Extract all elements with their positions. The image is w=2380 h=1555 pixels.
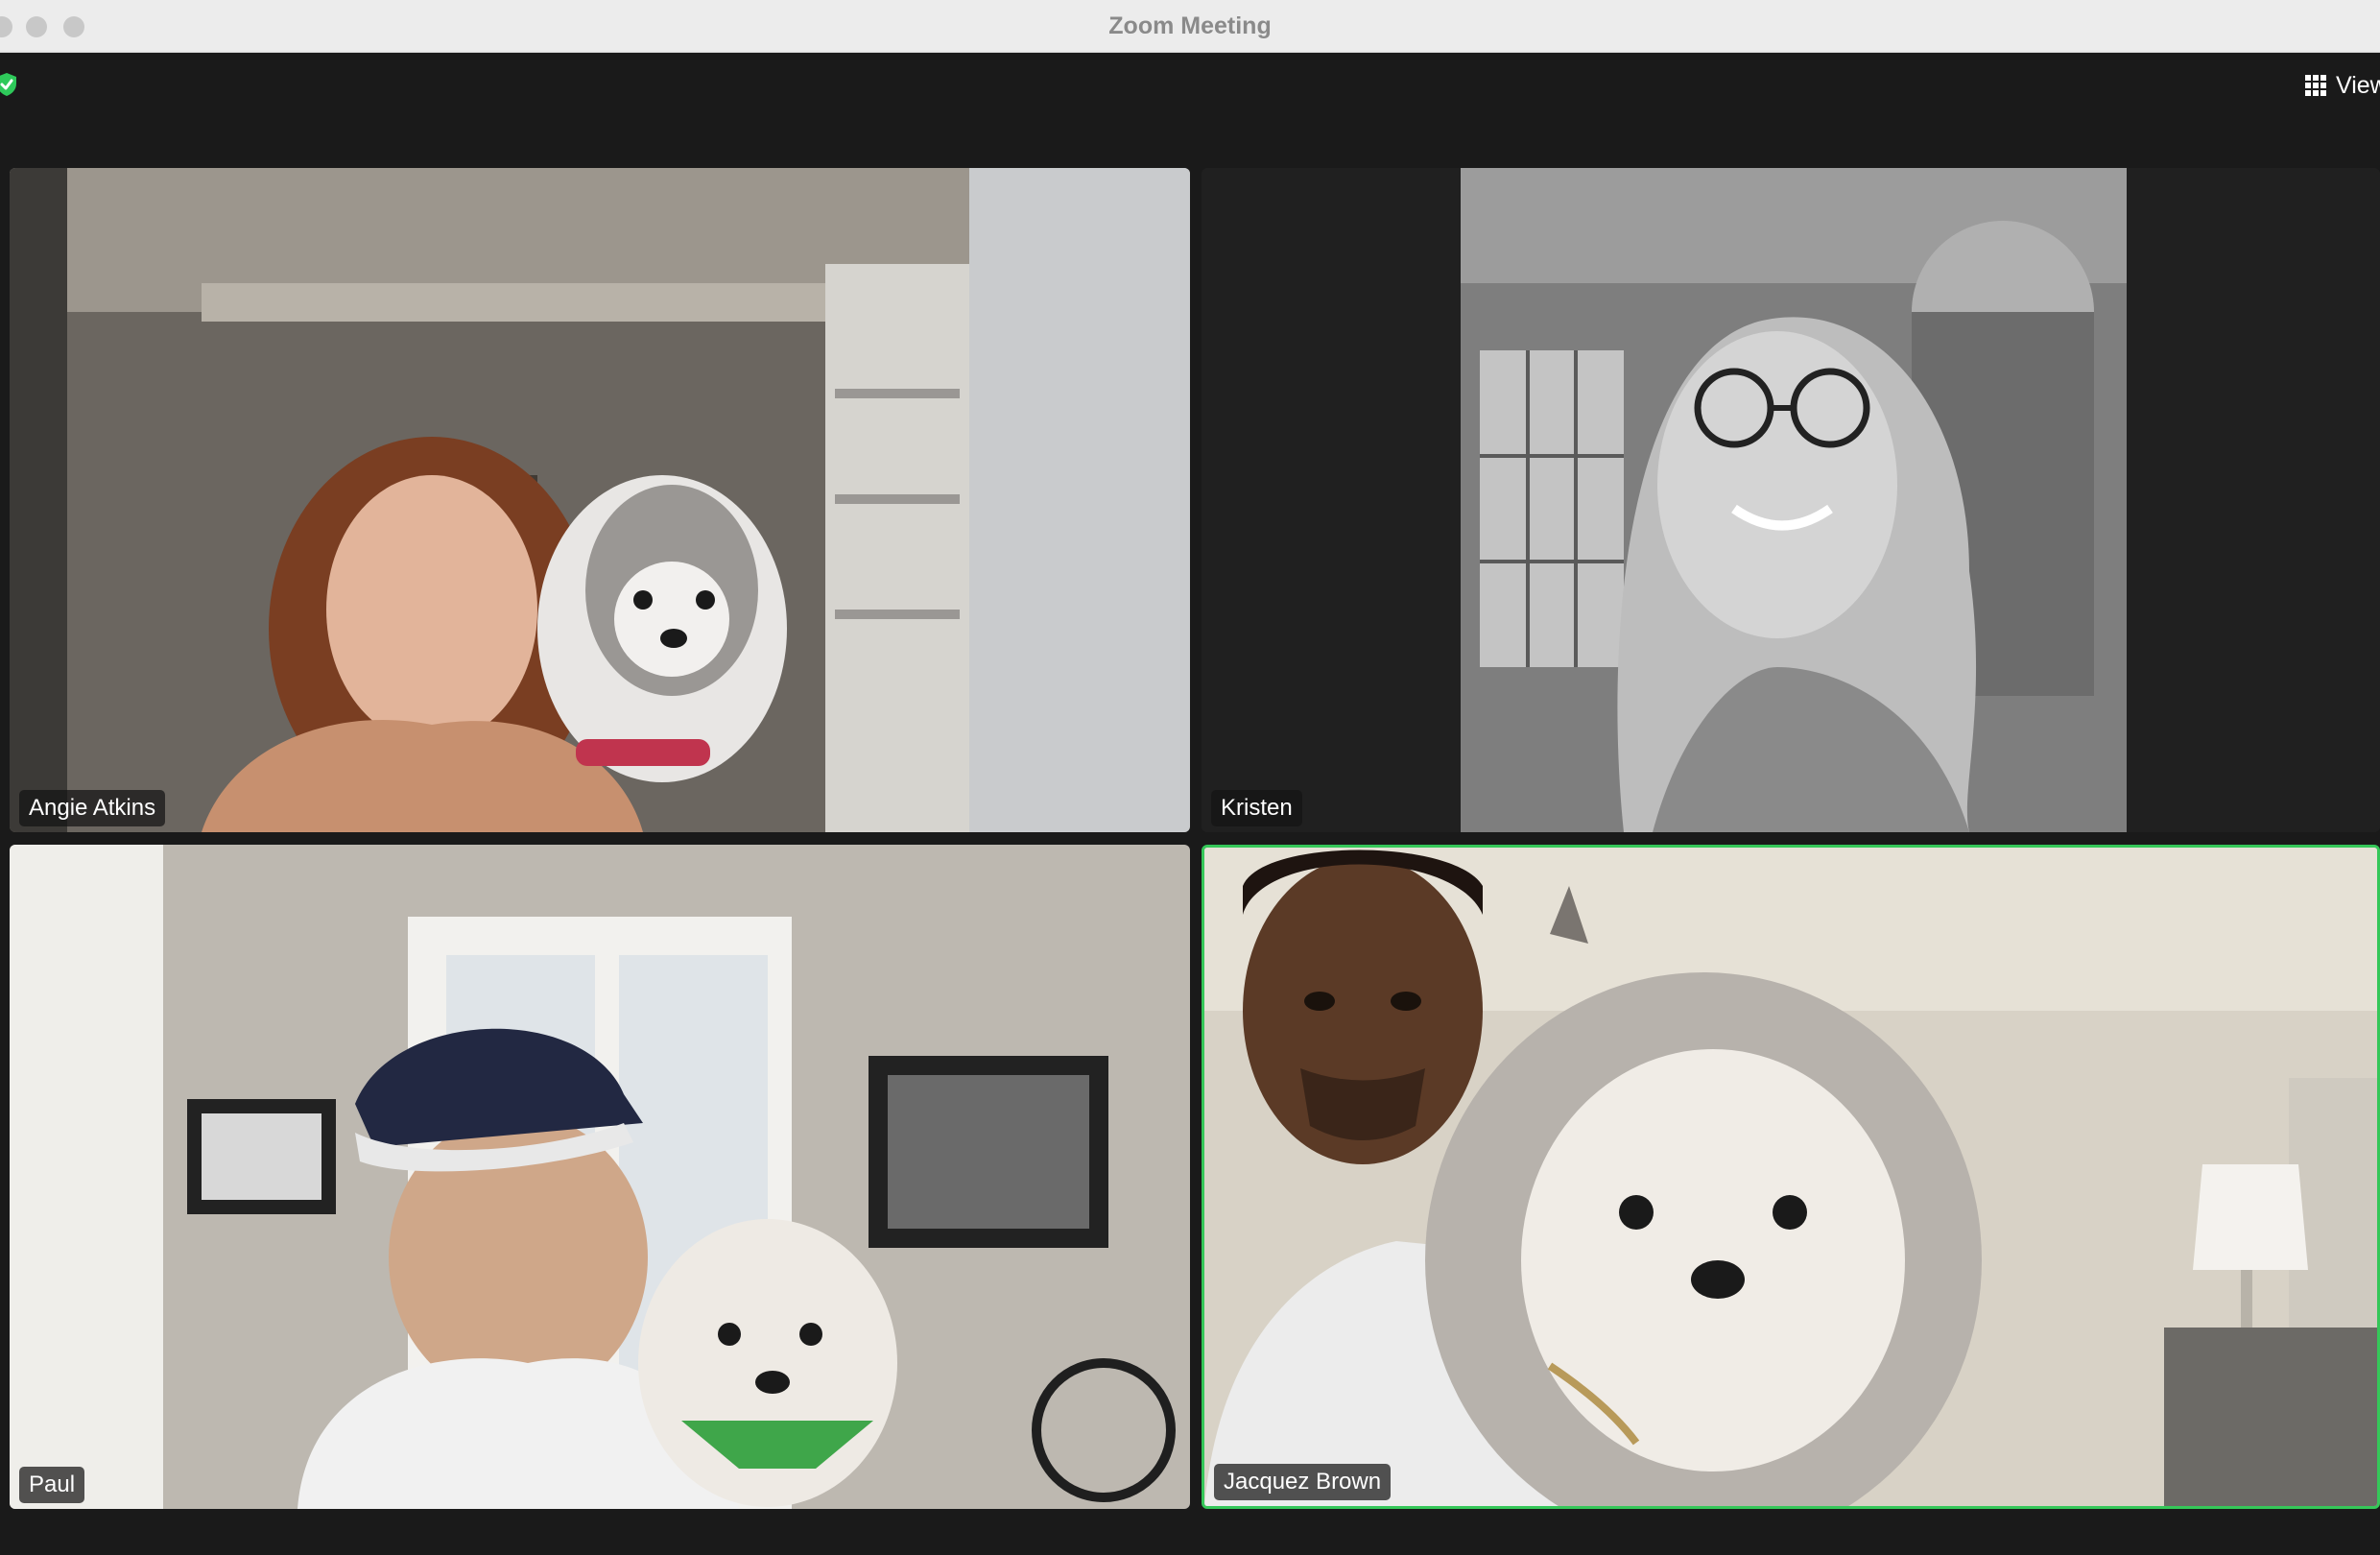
- participant-tile-kristen[interactable]: Kristen: [1202, 168, 2380, 832]
- participant-tile-angie-atkins[interactable]: Angie Atkins: [10, 168, 1190, 832]
- participant-name-label: Jacquez Brown: [1214, 1464, 1392, 1500]
- video-feed: [10, 845, 1190, 1509]
- view-button[interactable]: View: [2305, 69, 2380, 102]
- participant-tile-jacquez-brown[interactable]: Jacquez Brown: [1202, 845, 2380, 1509]
- shield-check-icon[interactable]: [0, 72, 17, 97]
- video-feed: [1204, 848, 2377, 1506]
- window-title: Zoom Meeting: [1108, 12, 1272, 39]
- video-feed: [10, 168, 1190, 832]
- window-titlebar: Zoom Meeting: [0, 0, 2380, 53]
- meeting-top-bar: [0, 53, 2380, 168]
- participant-tile-paul[interactable]: Paul: [10, 845, 1190, 1509]
- view-label: View: [2336, 71, 2380, 99]
- participant-name-label: Paul: [19, 1467, 85, 1503]
- meeting-bottom-bar: [0, 1509, 2380, 1555]
- grid-icon: [2305, 75, 2326, 96]
- participant-name-label: Kristen: [1211, 790, 1302, 826]
- video-feed: [1202, 168, 2380, 832]
- participant-name-label: Angie Atkins: [19, 790, 166, 826]
